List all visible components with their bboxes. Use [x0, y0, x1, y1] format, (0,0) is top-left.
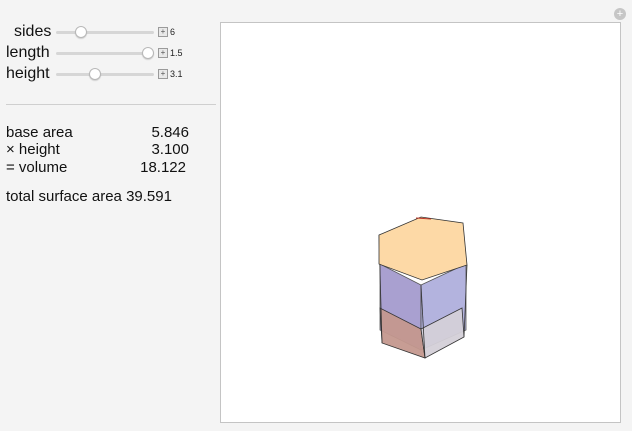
sides-expand-button[interactable]: + [158, 27, 168, 37]
times-height-label: × height [6, 141, 60, 158]
height-label: height [6, 65, 50, 82]
volume-label: = volume [6, 159, 68, 176]
length-expand-button[interactable]: + [158, 48, 168, 58]
volume-value: 18.122 [140, 159, 186, 176]
sides-value: 6 [170, 27, 176, 37]
length-label: length [6, 44, 50, 61]
length-slider[interactable] [56, 47, 155, 59]
control-row-length: length + 1.5 [0, 43, 210, 63]
length-value: 1.5 [170, 48, 183, 58]
base-area-label: base area [6, 124, 73, 141]
control-row-sides: sides + 6 [0, 22, 210, 42]
reset-icon[interactable]: + [614, 8, 626, 20]
base-area-value: 5.846 [151, 124, 189, 141]
sides-slider-thumb[interactable] [74, 26, 87, 38]
times-height-value: 3.100 [151, 141, 189, 158]
height-expand-button[interactable]: + [158, 69, 168, 79]
height-slider[interactable] [56, 68, 154, 80]
hexagonal-prism-graphic[interactable] [221, 23, 622, 424]
length-slider-thumb[interactable] [142, 47, 155, 59]
surface-area-text: total surface area 39.591 [6, 188, 172, 205]
graphics-pane[interactable] [220, 22, 621, 423]
sides-label: sides [14, 23, 52, 40]
sides-slider[interactable] [56, 26, 154, 38]
app-window: + sides + 6 length + 1.5 height + 3.1 ba… [0, 0, 632, 431]
height-value: 3.1 [170, 69, 183, 79]
divider [6, 104, 216, 105]
control-row-height: height + 3.1 [0, 64, 210, 84]
height-slider-thumb[interactable] [89, 68, 102, 80]
